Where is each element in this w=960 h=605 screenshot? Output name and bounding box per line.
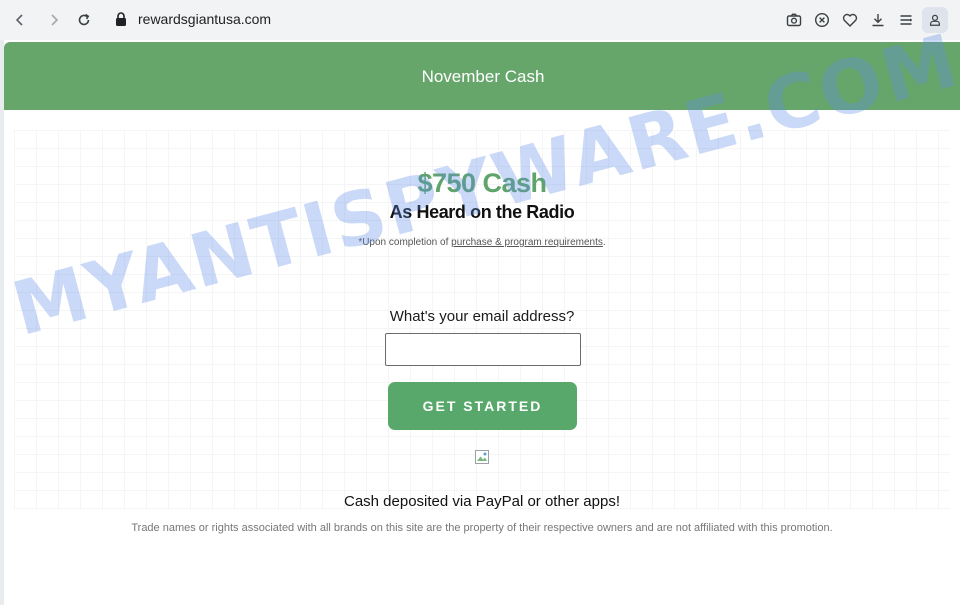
menu-icon [900,15,912,25]
browser-toolbar: rewardsgiantusa.com [0,0,960,40]
offer-price: $750 Cash [417,168,547,198]
header-banner: November Cash [4,42,960,110]
screenshot-button[interactable] [783,9,805,31]
deposit-text: Cash deposited via PayPal or other apps! [344,493,620,510]
fineprint-prefix: *Upon completion of [358,237,452,248]
reload-button[interactable] [72,8,96,32]
fineprint-suffix: . [602,237,606,248]
email-label: What's your email address? [389,308,575,325]
requirements-link[interactable]: purchase & program requirements [451,237,603,248]
close-circle-icon [814,12,830,28]
disclaimer-text: Trade names or rights associated with al… [131,522,833,534]
broken-image-icon [475,450,489,464]
reload-icon [78,13,90,26]
profile-button[interactable] [922,7,948,33]
banner-title: November Cash [421,67,545,86]
chevron-left-icon [15,14,23,26]
offer-fineprint: *Upon completion of purchase & program r… [4,237,960,248]
block-button[interactable] [811,9,833,31]
download-button[interactable] [867,9,889,31]
user-icon [930,14,940,26]
offer-subtitle: As Heard on the Radio [389,202,575,222]
page-content: November Cash $750 Cash As Heard on the … [4,40,960,605]
lock-icon[interactable] [114,11,128,27]
camera-icon [786,13,802,27]
url-bar[interactable]: rewardsgiantusa.com [138,11,271,27]
menu-button[interactable] [895,9,917,31]
download-icon [872,14,884,27]
get-started-button[interactable]: GET STARTED [388,382,577,430]
email-input[interactable] [385,333,581,366]
favorite-button[interactable] [839,9,861,31]
back-button[interactable] [8,8,32,32]
chevron-right-icon [51,14,59,26]
forward-button[interactable] [42,8,66,32]
heart-icon [842,13,858,27]
